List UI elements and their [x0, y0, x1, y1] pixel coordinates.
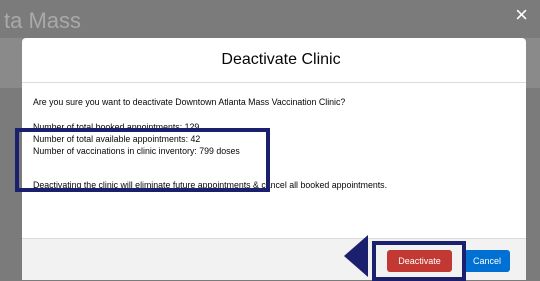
cancel-button[interactable]: Cancel [464, 250, 510, 272]
close-icon[interactable]: × [515, 4, 528, 26]
dialog-footer: Deactivate Cancel [22, 238, 526, 281]
background-page-title: ta Mass [4, 8, 82, 33]
dialog-title: Deactivate Clinic [221, 51, 341, 68]
arrow-left-icon [344, 235, 368, 277]
deactivate-highlight-box [372, 241, 466, 281]
deactivate-clinic-dialog: Deactivate Clinic Are you sure you want … [15, 38, 526, 281]
dialog-body: Are you sure you want to deactivate Down… [15, 83, 526, 192]
confirmation-question: Are you sure you want to deactivate Down… [33, 97, 346, 107]
stats-highlight-box [15, 128, 270, 192]
dialog-header: Deactivate Clinic [22, 38, 526, 83]
